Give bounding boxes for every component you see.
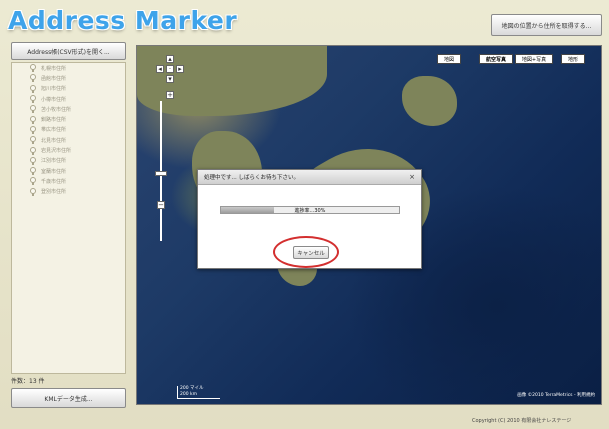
map-pin-icon	[30, 125, 36, 134]
map-pin-icon	[30, 146, 36, 155]
list-item[interactable]: 小樽市住所	[12, 94, 125, 104]
pan-up-icon[interactable]: ▴	[166, 55, 174, 63]
list-item-label: 帯広市住所	[41, 127, 67, 134]
maptype-hybrid-button[interactable]: 地図+写真	[515, 54, 553, 64]
get-address-button[interactable]: 地図の位置から住所を取得する...	[491, 14, 602, 36]
copyright: Copyright (C) 2010 有限会社ナレステージ	[472, 418, 572, 424]
list-item[interactable]: 函館市住所	[12, 73, 125, 83]
map-pin-icon	[30, 167, 36, 176]
list-item[interactable]: 岩見沢市住所	[12, 145, 125, 155]
list-item[interactable]: 千歳市住所	[12, 176, 125, 186]
dialog-titlebar: 処理中です... しばらくお待ち下さい。 ×	[198, 170, 421, 185]
map-pin-icon	[30, 187, 36, 196]
list-item[interactable]: 旭川市住所	[12, 84, 125, 94]
list-item[interactable]: 帯広市住所	[12, 125, 125, 135]
list-item-label: 江別市住所	[41, 158, 67, 165]
list-item[interactable]: 釧路市住所	[12, 114, 125, 124]
pan-down-icon[interactable]: ▾	[166, 75, 174, 83]
progress-text: 進捗率...30%	[294, 207, 326, 214]
list-item[interactable]: 苫小牧市住所	[12, 104, 125, 114]
dialog-title: 処理中です... しばらくお待ち下さい。	[204, 175, 299, 181]
list-item[interactable]: 北見市住所	[12, 135, 125, 145]
map-pin-icon	[30, 156, 36, 165]
list-item-label: 登別市住所	[41, 189, 67, 196]
map-land-hokkaido	[402, 76, 457, 126]
progress-bar: 進捗率...30%	[220, 206, 400, 214]
list-item[interactable]: 江別市住所	[12, 156, 125, 166]
pan-center-icon[interactable]: ·	[166, 65, 174, 73]
maptype-map-button[interactable]: 地図	[437, 54, 461, 64]
pan-left-icon[interactable]: ◂	[156, 65, 164, 73]
map-pin-icon	[30, 115, 36, 124]
cancel-highlight-circle	[273, 236, 339, 268]
maptype-terrain-button[interactable]: 地形	[561, 54, 585, 64]
kml-generate-button[interactable]: KMLデータ生成...	[11, 388, 126, 408]
close-icon[interactable]: ×	[409, 173, 415, 181]
list-item[interactable]: 札幌市住所	[12, 63, 125, 73]
zoom-slider-thumb[interactable]	[155, 171, 167, 176]
map-pin-icon	[30, 105, 36, 114]
address-list: 札幌市住所 函館市住所 旭川市住所 小樽市住所 苫小牧市住所 釧路市住所 帯広市…	[11, 62, 126, 374]
list-item-label: 苫小牧市住所	[41, 106, 72, 113]
map-attribution: 画像 ©2010 TerraMetrics - 利用規約	[517, 393, 595, 398]
list-item-label: 室蘭市住所	[41, 168, 67, 175]
map-pin-icon	[30, 74, 36, 83]
map-pin-icon	[30, 84, 36, 93]
map-scale: 200 マイル 200 km	[177, 386, 220, 399]
scale-label-km: 200 km	[180, 392, 198, 397]
list-item-label: 千歳市住所	[41, 178, 67, 185]
list-item-label: 岩見沢市住所	[41, 148, 72, 155]
list-item[interactable]: 登別市住所	[12, 187, 125, 197]
map-pin-icon	[30, 64, 36, 73]
item-count: 件数：13 件	[11, 378, 45, 385]
zoom-in-icon[interactable]: +	[166, 91, 174, 99]
zoom-out-icon[interactable]: −	[157, 201, 165, 209]
list-item-label: 釧路市住所	[41, 117, 67, 124]
map-pin-icon	[30, 177, 36, 186]
map-pin-icon	[30, 95, 36, 104]
map-pin-icon	[30, 136, 36, 145]
list-item-label: 函館市住所	[41, 75, 67, 82]
maptype-satellite-button[interactable]: 航空写真	[479, 54, 513, 64]
app-logo: Address Marker	[8, 6, 238, 35]
pan-right-icon[interactable]: ▸	[176, 65, 184, 73]
list-item-label: 小樽市住所	[41, 96, 67, 103]
app-window: Address Marker 地図の位置から住所を取得する... Address…	[0, 0, 609, 429]
list-item-label: 札幌市住所	[41, 65, 67, 72]
list-item-label: 北見市住所	[41, 137, 67, 144]
list-item[interactable]: 室蘭市住所	[12, 166, 125, 176]
list-item-label: 旭川市住所	[41, 86, 67, 93]
open-csv-button[interactable]: Address帳(CSV形式)を開く...	[11, 42, 126, 60]
